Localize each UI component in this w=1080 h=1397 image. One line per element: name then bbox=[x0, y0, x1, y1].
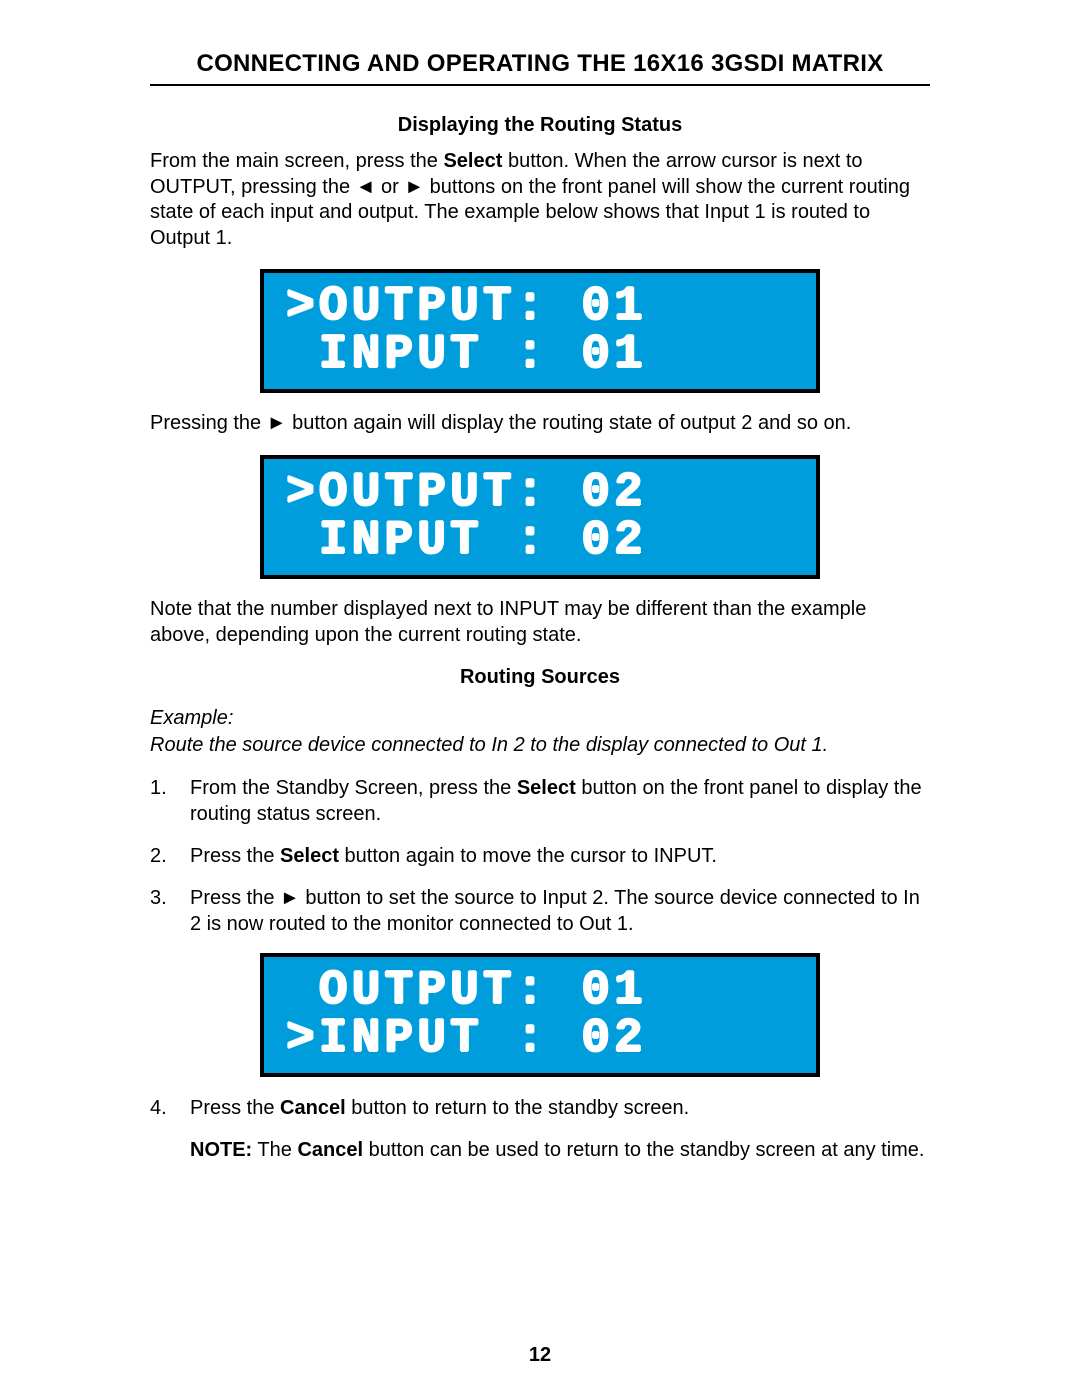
text: button again to move the cursor to INPUT… bbox=[339, 845, 717, 867]
lcd-display-2: >OUTPUT: 02 INPUT : 02 bbox=[260, 455, 820, 579]
section-heading-routing-sources: Routing Sources bbox=[150, 666, 930, 689]
lcd-line: INPUT : 02 bbox=[264, 517, 816, 565]
lcd-display-3: OUTPUT: 01 >INPUT : 02 bbox=[260, 953, 820, 1077]
note-label: NOTE: bbox=[190, 1139, 252, 1161]
example-description: Route the source device connected to In … bbox=[150, 734, 930, 757]
text: The bbox=[252, 1139, 297, 1161]
text: button can be used to return to the stan… bbox=[363, 1139, 924, 1161]
lcd-line: OUTPUT: 01 bbox=[264, 967, 816, 1015]
document-page: CONNECTING AND OPERATING THE 16X16 3GSDI… bbox=[0, 0, 1080, 1397]
step-number: 1. bbox=[150, 775, 190, 827]
step-1: 1. From the Standby Screen, press the Se… bbox=[150, 775, 930, 827]
step-4: 4. Press the Cancel button to return to … bbox=[150, 1095, 930, 1121]
lcd-line: INPUT : 01 bbox=[264, 331, 816, 379]
page-number: 12 bbox=[0, 1344, 1080, 1367]
example-label: Example: bbox=[150, 707, 930, 730]
text: Press the bbox=[190, 845, 280, 867]
bold-cancel: Cancel bbox=[280, 1097, 346, 1119]
lcd-line: >OUTPUT: 01 bbox=[264, 283, 816, 331]
page-title: CONNECTING AND OPERATING THE 16X16 3GSDI… bbox=[150, 50, 930, 78]
title-underline bbox=[150, 84, 930, 86]
note-block: NOTE: The Cancel button can be used to r… bbox=[190, 1137, 930, 1163]
lcd-display-1: >OUTPUT: 01 INPUT : 01 bbox=[260, 269, 820, 393]
text: Press the bbox=[190, 1097, 280, 1119]
bold-select: Select bbox=[517, 777, 576, 799]
bold-select: Select bbox=[280, 845, 339, 867]
step-body: Press the Select button again to move th… bbox=[190, 843, 930, 869]
text: From the Standby Screen, press the bbox=[190, 777, 517, 799]
text: button to return to the standby screen. bbox=[346, 1097, 690, 1119]
lcd-line: >INPUT : 02 bbox=[264, 1015, 816, 1063]
step-body: From the Standby Screen, press the Selec… bbox=[190, 775, 930, 827]
bold-cancel: Cancel bbox=[297, 1139, 363, 1161]
step-2: 2. Press the Select button again to move… bbox=[150, 843, 930, 869]
step-number: 2. bbox=[150, 843, 190, 869]
paragraph-intro: From the main screen, press the Select b… bbox=[150, 149, 930, 251]
step-number: 4. bbox=[150, 1095, 190, 1121]
text: Press the ► button to set the source to … bbox=[190, 887, 920, 935]
step-number: 3. bbox=[150, 885, 190, 937]
section-heading-routing-status: Displaying the Routing Status bbox=[150, 114, 930, 137]
step-body: Press the ► button to set the source to … bbox=[190, 885, 930, 937]
paragraph-note-input: Note that the number displayed next to I… bbox=[150, 597, 930, 648]
lcd-line: >OUTPUT: 02 bbox=[264, 469, 816, 517]
step-3: 3. Press the ► button to set the source … bbox=[150, 885, 930, 937]
text: From the main screen, press the bbox=[150, 150, 443, 172]
paragraph-press-next: Pressing the ► button again will display… bbox=[150, 411, 930, 437]
bold-select: Select bbox=[443, 150, 502, 172]
step-body: Press the Cancel button to return to the… bbox=[190, 1095, 930, 1121]
